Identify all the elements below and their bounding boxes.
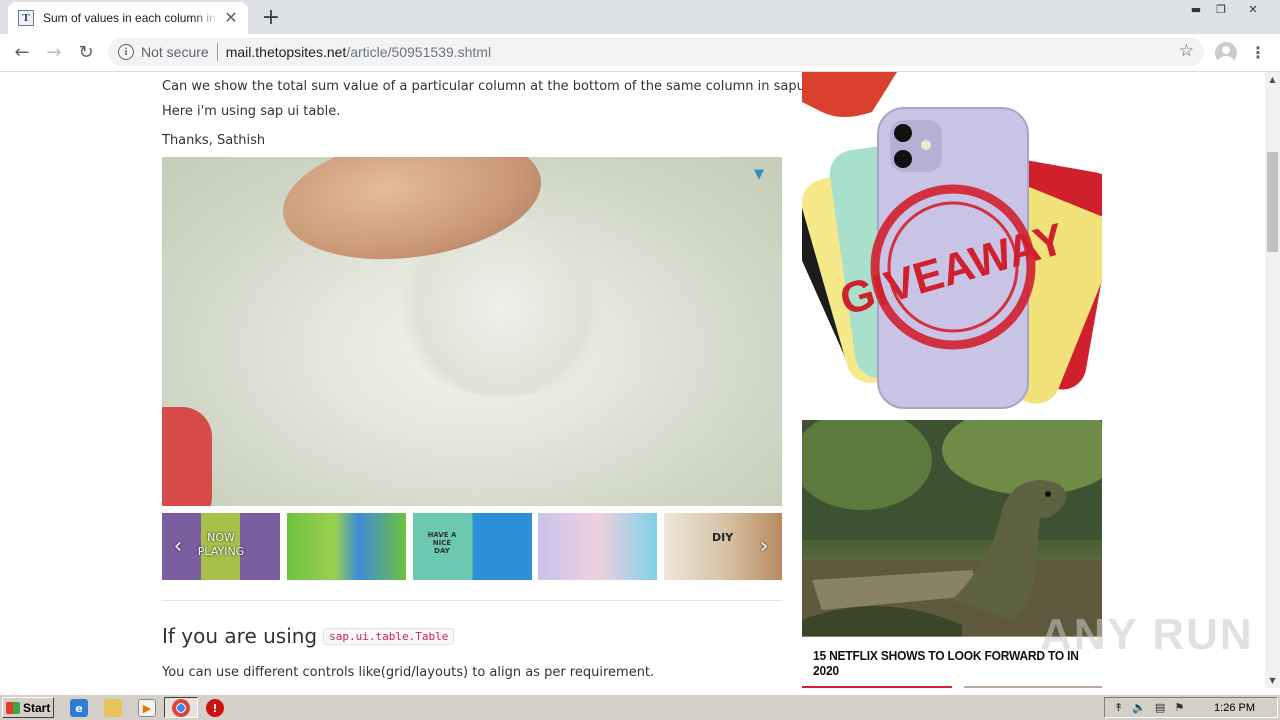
network-icon[interactable]: ▤ <box>1155 701 1165 714</box>
url-host: mail.thetopsites.net <box>225 44 347 60</box>
internet-explorer-icon[interactable]: e <box>70 699 88 717</box>
netflix-ad-image[interactable] <box>802 420 1102 639</box>
giveaway-ad-graphic: GIVEAWAY <box>802 72 1102 409</box>
omnibox-divider <box>216 43 218 61</box>
browser-menu-icon[interactable]: ⋮ <box>1250 42 1266 64</box>
playlist-thumb-4[interactable] <box>538 513 657 580</box>
answer-code-snippet: sap.ui.table.Table <box>323 627 455 645</box>
scroll-up-arrow-icon[interactable]: ▲ <box>1265 72 1280 87</box>
video-frame-cup <box>162 407 212 506</box>
page-scrollbar[interactable]: ▲ ▼ <box>1265 72 1280 688</box>
media-player-icon[interactable]: ▶ <box>138 699 156 717</box>
next-ad-left[interactable] <box>802 686 952 688</box>
folder-icon[interactable] <box>104 699 122 717</box>
page-viewport: Can we show the total sum value of a par… <box>0 72 1265 688</box>
bookmark-star-icon[interactable]: ☆ <box>1179 41 1194 61</box>
tray-expand-icon[interactable]: ↟ <box>1114 701 1123 714</box>
answer-heading: If you are using sap.ui.table.Table <box>162 624 455 648</box>
dinosaur-scene-graphic <box>802 420 1102 639</box>
minimize-window-icon[interactable]: ▬ <box>1183 0 1209 18</box>
address-bar[interactable]: i Not secure mail.thetopsites.net/articl… <box>108 38 1204 66</box>
volume-icon[interactable]: 🔈 <box>1132 701 1146 714</box>
playlist-next-chevron-icon[interactable]: › <box>754 529 774 563</box>
profile-avatar-icon[interactable] <box>1215 42 1237 64</box>
browser-tab-active[interactable]: T Sum of values in each column in a tabl… <box>8 2 248 34</box>
anyrun-watermark: ANY RUN <box>1040 610 1254 659</box>
windows-taskbar: Start e ▶ ! ↟ 🔈 ▤ ⚑ 1:26 PM <box>0 694 1280 720</box>
answer-text: You can use different controls like(grid… <box>162 665 655 680</box>
playlist-thumb-2[interactable] <box>287 513 406 580</box>
security-label: Not secure <box>141 44 209 60</box>
start-button[interactable]: Start <box>2 697 54 718</box>
video-playlist-strip: NOW PLAYING ‹ HAVE A NICE DAY DIY › <box>162 513 782 580</box>
signoff-text: Thanks, Sathish <box>162 133 266 148</box>
scrollbar-thumb[interactable] <box>1267 152 1278 252</box>
site-favicon-icon: T <box>18 10 34 26</box>
opera-icon[interactable]: ! <box>206 699 224 717</box>
thumb-caption: DIY <box>712 531 734 544</box>
video-player[interactable]: ▼ <box>162 157 782 506</box>
forward-arrow-icon[interactable]: → <box>40 38 68 66</box>
start-label: Start <box>23 700 51 715</box>
tab-close-icon[interactable]: ✕ <box>222 8 240 27</box>
info-icon[interactable]: i <box>118 44 134 60</box>
tab-title: Sum of values in each column in a table <box>43 11 219 25</box>
reload-icon[interactable]: ↻ <box>72 38 100 66</box>
new-tab-button[interactable]: + <box>258 4 284 30</box>
giveaway-ad[interactable]: GIVEAWAY <box>802 72 1102 417</box>
playlist-prev-chevron-icon[interactable]: ‹ <box>168 529 188 563</box>
chrome-icon[interactable] <box>172 699 190 717</box>
taskbar-clock[interactable]: 1:26 PM <box>1214 702 1255 714</box>
next-ad-right[interactable] <box>964 686 1102 688</box>
thumb-caption: HAVE A NICE DAY <box>427 531 457 555</box>
url-path: /article/50951539.shtml <box>346 44 492 60</box>
now-playing-label: NOW PLAYING <box>197 531 245 558</box>
browser-titlebar: T Sum of values in each column in a tabl… <box>0 0 1280 34</box>
section-divider <box>162 600 782 601</box>
action-center-flag-icon[interactable]: ⚑ <box>1174 701 1184 714</box>
back-arrow-icon[interactable]: ← <box>8 38 36 66</box>
browser-toolbar: ← → ↻ i Not secure mail.thetopsites.net /… <box>0 34 1280 72</box>
video-brand-icon[interactable]: ▼ <box>754 167 770 183</box>
windows-flag-icon <box>6 701 20 714</box>
close-window-icon[interactable]: ✕ <box>1240 0 1266 18</box>
question-text-line1: Can we show the total sum value of a par… <box>162 79 821 94</box>
scroll-down-arrow-icon[interactable]: ▼ <box>1265 673 1280 688</box>
restore-window-icon[interactable]: ❐ <box>1208 0 1234 18</box>
playlist-thumb-3[interactable]: HAVE A NICE DAY <box>413 513 532 580</box>
question-text-line2: Here i'm using sap ui table. <box>162 104 341 119</box>
answer-heading-text: If you are using <box>162 624 318 648</box>
system-tray: ↟ 🔈 ▤ ⚑ 1:26 PM <box>1104 697 1278 718</box>
